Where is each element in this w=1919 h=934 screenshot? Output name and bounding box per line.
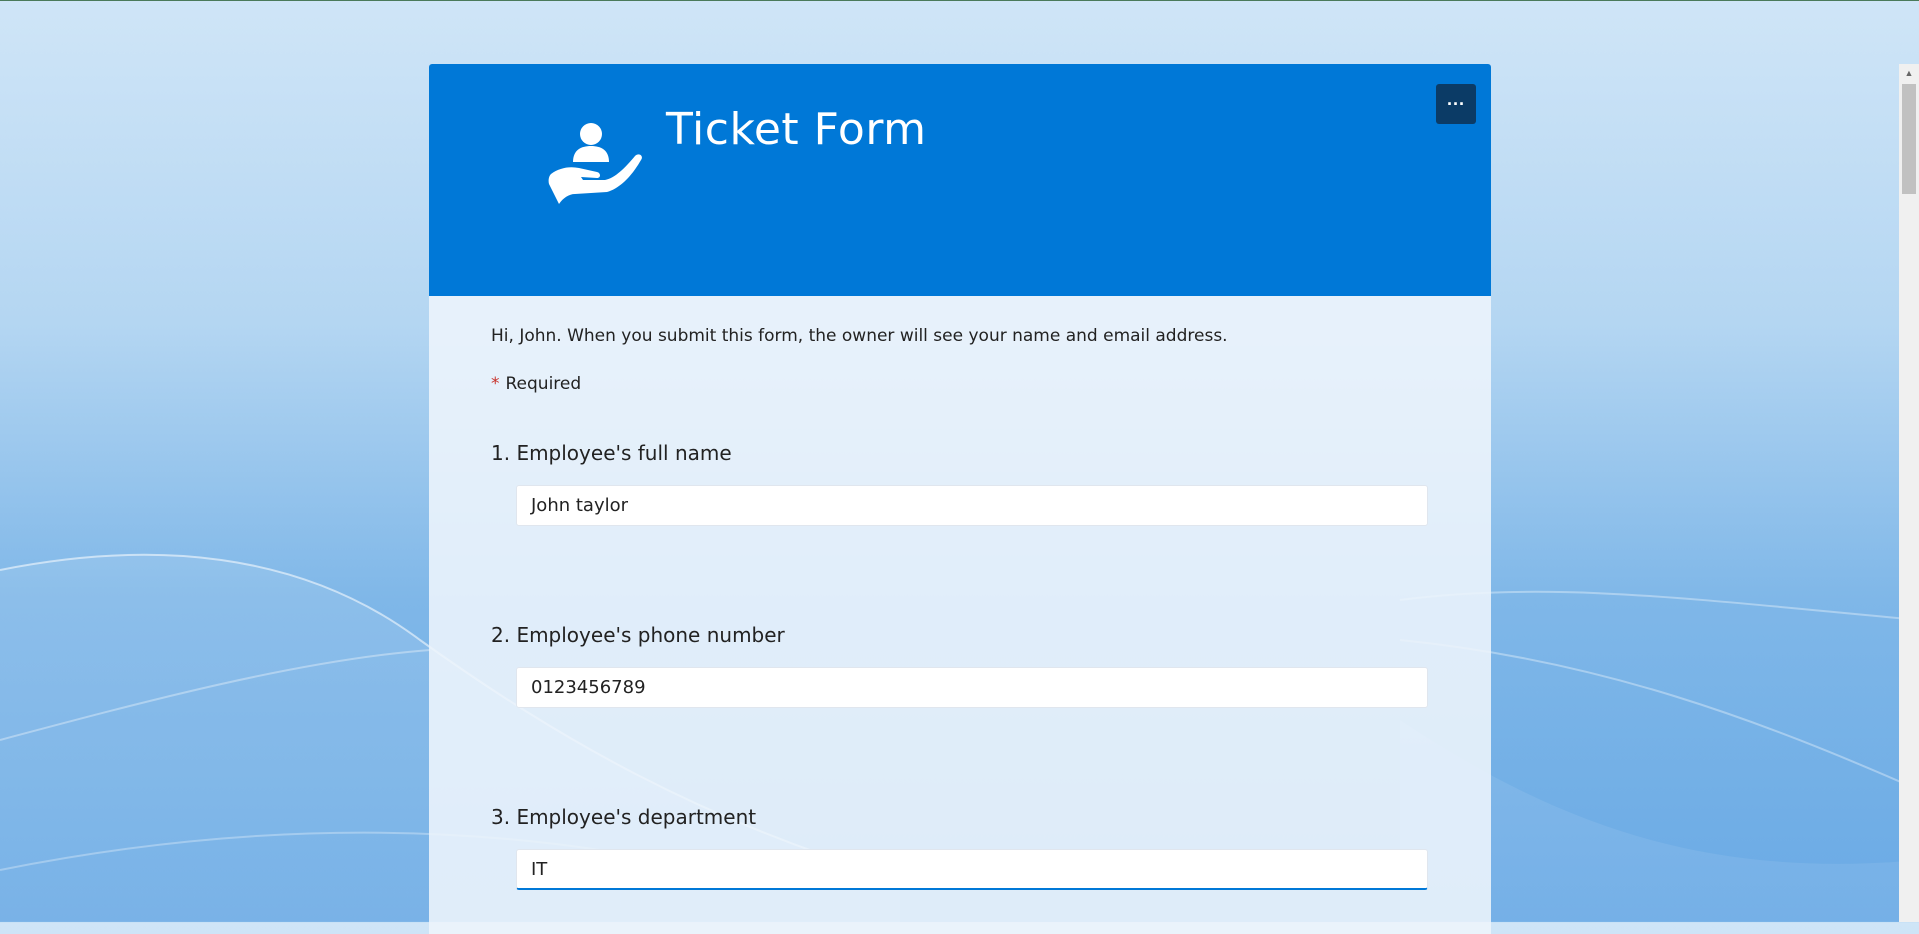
more-options-button[interactable]: ··· — [1436, 84, 1476, 124]
required-note: * Required — [491, 374, 1429, 394]
question-phone-number: 2. Employee's phone number 0123456789 — [491, 623, 1428, 708]
question-department: 3. Employee's department IT — [491, 805, 1428, 890]
scrollbar-thumb[interactable] — [1902, 84, 1916, 194]
full-name-input[interactable]: John taylor — [516, 485, 1428, 526]
question-label: 2. Employee's phone number — [491, 623, 785, 647]
phone-number-input[interactable]: 0123456789 — [516, 667, 1428, 708]
required-label: Required — [505, 374, 582, 394]
more-options-icon: ··· — [1447, 94, 1465, 114]
vertical-scrollbar[interactable]: ▲ — [1899, 64, 1919, 922]
intro-text: Hi, John. When you submit this form, the… — [491, 326, 1228, 346]
chevron-up-icon[interactable]: ▲ — [1899, 64, 1919, 82]
question-label: 3. Employee's department — [491, 805, 757, 829]
department-input[interactable]: IT — [516, 849, 1428, 890]
form-header: Ticket Form ··· — [429, 64, 1491, 296]
question-label: 1. Employee's full name — [491, 441, 732, 465]
form-card: Ticket Form ··· Hi, John. When you submi… — [429, 64, 1491, 934]
form-title: Ticket Form — [666, 104, 927, 155]
question-full-name: 1. Employee's full name John taylor — [491, 441, 1428, 526]
hand-holding-person-icon — [548, 123, 642, 204]
required-star: * — [491, 374, 500, 394]
